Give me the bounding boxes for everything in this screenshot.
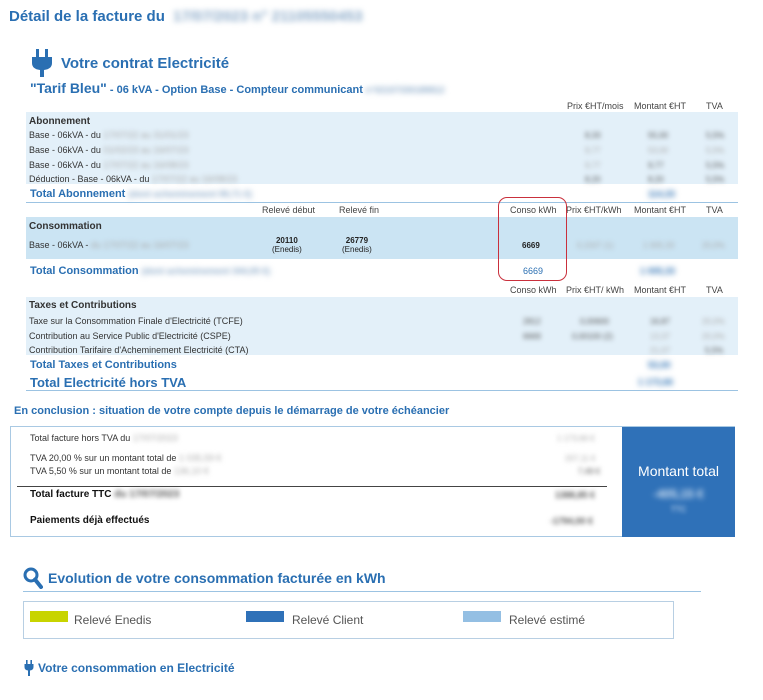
col-price-kwh: Prix €HT/ kWh bbox=[566, 285, 625, 295]
taxes-row: Taxe sur la Consommation Finale d'Electr… bbox=[29, 316, 243, 326]
total-ttc-line: Total facture TTC du 17/07/2023 bbox=[30, 489, 180, 500]
evolution-header: Evolution de votre consommation facturée… bbox=[23, 567, 386, 589]
tarif-line: "Tarif Bleu" - 06 kVA - Option Base - Co… bbox=[30, 80, 445, 96]
col-price-kwh: Prix €HT/kWh bbox=[566, 205, 622, 215]
abonnement-row: Base - 06kVA - du 17/07/22 au 31/01/23 bbox=[29, 130, 189, 140]
conclusion-title: En conclusion : situation de votre compt… bbox=[14, 405, 450, 417]
page-title: Détail de la facture du 17/07/2023 n° 21… bbox=[9, 8, 363, 25]
montant-total-value: -405,15 € bbox=[653, 487, 704, 501]
electricity-title: Votre consommation en Electricité bbox=[38, 661, 235, 675]
abonnement-title: Abonnement bbox=[29, 116, 91, 127]
col-tva: TVA bbox=[706, 101, 723, 111]
col-price-month: Prix €HT/mois bbox=[567, 101, 624, 111]
taxes-title: Taxes et Contributions bbox=[29, 300, 137, 311]
tarif-name: "Tarif Bleu" bbox=[30, 80, 107, 96]
invoice-reference: 17/07/2023 n° 21105550453 bbox=[173, 8, 363, 25]
divider bbox=[26, 202, 738, 203]
releve-debut-value: 20110 (Enedis) bbox=[272, 236, 302, 254]
contract-header: Votre contrat Electricité bbox=[31, 48, 229, 78]
legend-swatch-estime bbox=[463, 611, 501, 622]
col-amount-ht: Montant €HT bbox=[634, 205, 687, 215]
tva-20-line: TVA 20,00 % sur un montant total de 1 03… bbox=[30, 453, 222, 463]
divider bbox=[26, 390, 738, 391]
total-electricite-ht-value: 1 173,66 bbox=[638, 377, 674, 387]
plug-icon bbox=[32, 49, 52, 77]
total-consommation-value: 1 005,33 bbox=[640, 266, 676, 276]
total-consommation: Total Consommation (dont acheminement 34… bbox=[30, 265, 271, 277]
legend: Relevé Enedis Relevé Client Relevé estim… bbox=[23, 601, 674, 639]
tarif-details: - 06 kVA - Option Base - Compteur commun… bbox=[106, 84, 363, 96]
releve-fin-value: 26779 (Enedis) bbox=[342, 236, 372, 254]
total-taxes-value: 53,00 bbox=[648, 360, 671, 370]
abonnement-row: Base - 06kVA - du 01/02/23 au 16/07/23 bbox=[29, 145, 189, 155]
paiements-line: Paiements déjà effectués bbox=[30, 515, 150, 526]
conso-highlight-circle bbox=[498, 197, 567, 281]
total-abonnement: Total Abonnement (dont acheminement 99,7… bbox=[30, 188, 252, 200]
total-hors-tva-line: Total facture hors TVA du 17/07/2023 bbox=[30, 433, 178, 443]
montant-total-label: Montant total bbox=[638, 463, 719, 479]
consommation-row: Base - 06kVA - du 17/07/22 au 16/07/23 bbox=[29, 240, 189, 250]
col-conso-kwh: Conso kWh bbox=[510, 285, 557, 295]
legend-label-enedis: Relevé Enedis bbox=[74, 613, 152, 627]
total-electricite-ht: Total Electricité hors TVA bbox=[30, 375, 187, 390]
divider bbox=[17, 486, 607, 487]
total-abonnement-value: 114,33 bbox=[648, 189, 676, 199]
legend-label-estime: Relevé estimé bbox=[509, 613, 586, 627]
legend-swatch-client bbox=[246, 611, 284, 622]
col-releve-fin: Relevé fin bbox=[339, 205, 380, 215]
taxes-row: Contribution au Service Public d'Electri… bbox=[29, 331, 231, 341]
consommation-band bbox=[26, 217, 738, 259]
abonnement-row: Déduction - Base - 06kVA - du 17/07/22 a… bbox=[29, 174, 237, 184]
page-title-text: Détail de la facture du bbox=[9, 8, 165, 25]
total-taxes: Total Taxes et Contributions bbox=[30, 359, 177, 371]
magnifier-icon bbox=[23, 567, 43, 589]
meter-number: n°02107330189812 bbox=[362, 85, 445, 95]
legend-label-client: Relevé Client bbox=[292, 613, 364, 627]
small-plug-icon bbox=[24, 660, 34, 676]
montant-total-box: Montant total -405,15 € TTC bbox=[622, 427, 735, 537]
legend-swatch-enedis bbox=[30, 611, 68, 622]
contract-title: Votre contrat Electricité bbox=[61, 54, 230, 72]
abonnement-row: Base - 06kVA - du 17/07/22 au 16/08/23 bbox=[29, 160, 189, 170]
col-amount-ht: Montant €HT bbox=[634, 285, 687, 295]
taxes-row: Contribution Tarifaire d'Acheminement El… bbox=[29, 345, 249, 355]
montant-total-sub: TTC bbox=[670, 505, 687, 514]
col-tva: TVA bbox=[706, 205, 723, 215]
divider bbox=[23, 591, 701, 592]
electricity-header: Votre consommation en Electricité bbox=[24, 660, 235, 676]
consommation-title: Consommation bbox=[29, 221, 102, 232]
tva-55-line: TVA 5,50 % sur un montant total de 136,1… bbox=[30, 466, 209, 476]
evolution-title: Evolution de votre consommation facturée… bbox=[48, 570, 386, 586]
col-amount-ht: Montant €HT bbox=[634, 101, 687, 111]
col-releve-debut: Relevé début bbox=[262, 205, 316, 215]
col-tva: TVA bbox=[706, 285, 723, 295]
